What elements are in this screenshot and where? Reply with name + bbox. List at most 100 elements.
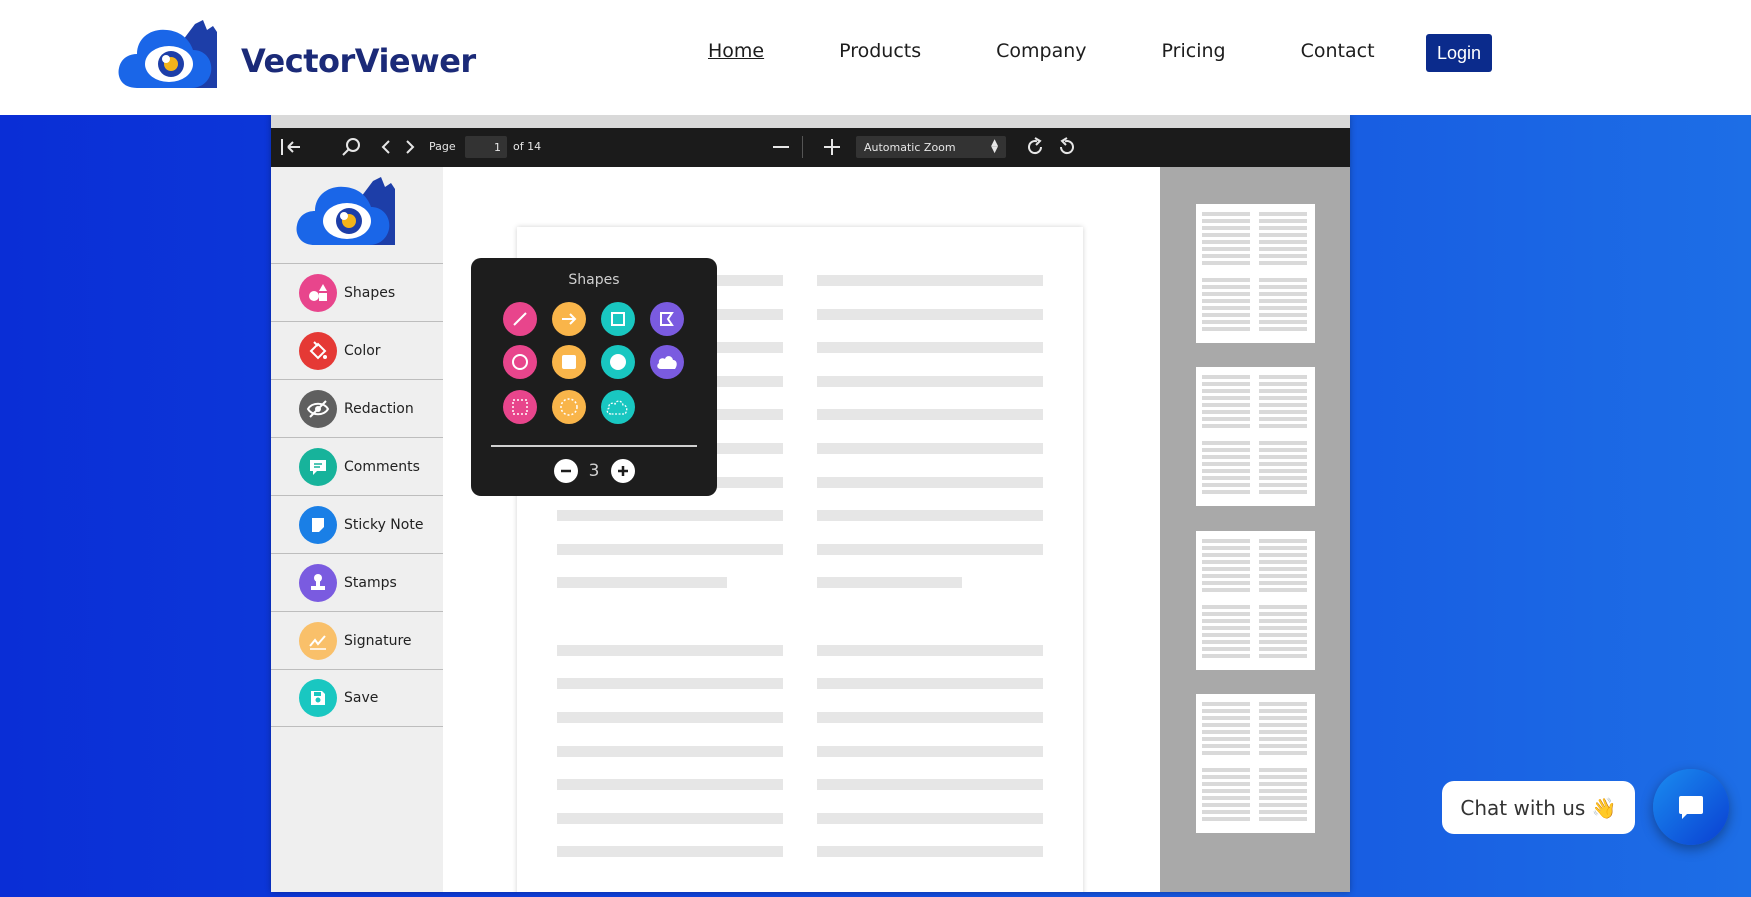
polygon-icon[interactable]	[650, 302, 684, 336]
text-line-placeholder	[557, 510, 783, 521]
sidebar-item-shapes[interactable]: Shapes	[271, 263, 443, 321]
text-line-placeholder	[557, 746, 783, 757]
sidebar-item-stamps[interactable]: Stamps	[271, 553, 443, 611]
sidebar-item-color[interactable]: Color	[271, 321, 443, 379]
plus-icon[interactable]	[611, 459, 635, 483]
sidebar-item-save[interactable]: Save	[271, 669, 443, 727]
shapes-icon	[299, 273, 337, 312]
search-icon[interactable]	[339, 136, 363, 158]
waving-hand-icon: 👋	[1591, 795, 1617, 820]
page-thumbnail[interactable]	[1196, 204, 1315, 343]
login-button[interactable]: Login	[1426, 34, 1492, 72]
nav-products[interactable]: Products	[839, 40, 921, 62]
nav-pricing[interactable]: Pricing	[1162, 40, 1226, 62]
page-thumbnail[interactable]	[1196, 531, 1315, 670]
thumbnail-text-block	[1259, 768, 1307, 824]
text-line-placeholder	[817, 712, 1043, 723]
popup-divider	[491, 445, 697, 447]
signature-icon	[299, 621, 337, 660]
save-icon	[299, 679, 337, 717]
nav-home[interactable]: Home	[708, 40, 764, 62]
text-line-placeholder	[557, 577, 727, 588]
sidebar-item-redaction[interactable]: Redaction	[271, 379, 443, 437]
thumbnail-text-block	[1202, 605, 1250, 661]
thumbnail-text-block	[1202, 768, 1250, 824]
rectangle-icon[interactable]	[601, 302, 635, 336]
thumbnail-text-block	[1259, 702, 1307, 758]
next-page-icon[interactable]	[403, 136, 417, 158]
sidebar-item-label: Sticky Note	[344, 516, 424, 533]
annotation-sidebar: Shapes Color Redaction Comments Sticky N…	[271, 167, 443, 892]
paint-bucket-icon	[299, 331, 337, 370]
sidebar-item-label: Signature	[344, 632, 412, 649]
rotate-clockwise-icon[interactable]	[1024, 136, 1046, 158]
zoom-out-icon[interactable]	[770, 136, 792, 158]
text-line-placeholder	[817, 846, 1043, 857]
text-line-placeholder	[817, 746, 1043, 757]
chat-with-us-bubble[interactable]: Chat with us 👋	[1442, 781, 1635, 834]
text-line-placeholder	[557, 678, 783, 689]
sidebar-item-label: Redaction	[344, 400, 414, 417]
thumbnail-text-block	[1202, 441, 1250, 497]
page-total: of 14	[513, 140, 542, 153]
thumbnail-panel	[1160, 167, 1350, 892]
nav-links: Home Products Company Pricing Contact	[708, 40, 1450, 62]
eye-slash-icon	[299, 389, 337, 428]
circle-outline-icon[interactable]	[503, 345, 537, 379]
sticky-note-icon	[299, 505, 337, 544]
text-line-placeholder	[817, 342, 1043, 353]
sidebar-item-sticky-note[interactable]: Sticky Note	[271, 495, 443, 553]
text-line-placeholder	[817, 275, 1043, 286]
thumbnail-text-block	[1202, 375, 1250, 431]
stamp-icon	[299, 563, 337, 602]
toolbar-divider	[802, 136, 803, 158]
stroke-width-value: 3	[588, 461, 600, 481]
text-line-placeholder	[817, 376, 1043, 387]
sidebar-item-signature[interactable]: Signature	[271, 611, 443, 669]
filled-circle-icon[interactable]	[601, 345, 635, 379]
chat-label: Chat with us	[1460, 795, 1586, 820]
page-number-input[interactable]	[465, 136, 507, 158]
cloud-eye-logo-icon	[118, 20, 217, 88]
rotate-counterclockwise-icon[interactable]	[1056, 136, 1078, 158]
text-line-placeholder	[557, 544, 783, 555]
text-line-placeholder	[817, 577, 962, 588]
minus-icon[interactable]	[554, 459, 578, 483]
text-line-placeholder	[557, 645, 783, 656]
text-line-placeholder	[557, 813, 783, 824]
filled-square-icon[interactable]	[552, 345, 586, 379]
sidebar-item-label: Comments	[344, 458, 420, 475]
chat-launcher-button[interactable]	[1653, 769, 1729, 845]
page-thumbnail[interactable]	[1196, 367, 1315, 506]
thumbnail-text-block	[1259, 212, 1307, 268]
text-line-placeholder	[817, 409, 1043, 420]
sidebar-item-comments[interactable]: Comments	[271, 437, 443, 495]
exit-icon[interactable]	[279, 136, 303, 158]
text-line-placeholder	[817, 510, 1043, 521]
thumbnail-text-block	[1259, 278, 1307, 334]
thumbnail-text-block	[1259, 375, 1307, 431]
nav-contact[interactable]: Contact	[1301, 40, 1375, 62]
thumbnail-text-block	[1259, 605, 1307, 661]
line-icon[interactable]	[503, 302, 537, 336]
nav-company[interactable]: Company	[996, 40, 1086, 62]
popup-title: Shapes	[568, 272, 620, 288]
text-line-placeholder	[817, 477, 1043, 488]
viewer-title-strip	[271, 115, 1350, 128]
text-line-placeholder	[557, 846, 783, 857]
text-line-placeholder	[557, 779, 783, 790]
dashed-square-icon[interactable]	[503, 390, 537, 424]
thumbnail-text-block	[1202, 212, 1250, 268]
dashed-circle-icon[interactable]	[552, 390, 586, 424]
text-line-placeholder	[817, 645, 1043, 656]
page-thumbnail[interactable]	[1196, 694, 1315, 833]
comment-icon	[299, 447, 337, 486]
previous-page-icon[interactable]	[379, 136, 393, 158]
arrow-icon[interactable]	[552, 302, 586, 336]
dashed-cloud-icon[interactable]	[601, 390, 635, 424]
zoom-select[interactable]: Automatic Zoom ▲ ▼	[856, 136, 1006, 158]
zoom-in-icon[interactable]	[821, 136, 843, 158]
brand-logo[interactable]: VectorViewer	[117, 20, 476, 88]
text-line-placeholder	[817, 309, 1043, 320]
cloud-icon[interactable]	[650, 345, 684, 379]
